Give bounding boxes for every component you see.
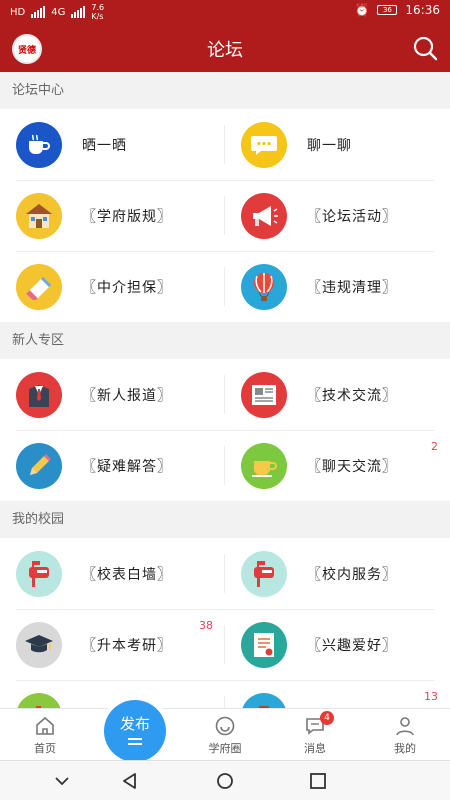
board-item[interactable]: 〖技术交流〗 — [225, 359, 450, 430]
recents-icon[interactable] — [306, 769, 330, 793]
alarm-icon: ⏰ — [354, 3, 370, 17]
board-item[interactable]: 〖疑难解答〗 — [0, 430, 225, 501]
publish-label: 发布 — [119, 715, 150, 733]
board-label: 〖技术交流〗 — [307, 387, 397, 404]
bottom-tab-bar: 首页 学府圈 4 消息 我的 — [0, 708, 450, 760]
forum-grid: 〖校表白墙〗 〖校内服务〗 〖升本考研〗 38 〖兴趣爱好〗 13 — [0, 538, 450, 708]
publish-line — [128, 738, 142, 740]
board-item[interactable]: 〖中介担保〗 — [0, 251, 225, 322]
forum-grid: 〖新人报道〗 〖技术交流〗 〖疑难解答〗 〖聊天交流〗 2 — [0, 359, 450, 501]
briefcase-icon — [241, 692, 287, 708]
board-label: 聊一聊 — [307, 137, 352, 154]
megaphone-icon — [241, 192, 287, 239]
back-icon[interactable] — [118, 769, 142, 793]
house-icon — [16, 192, 62, 239]
tab-label: 首页 — [34, 742, 56, 755]
board-item[interactable] — [0, 680, 225, 708]
publish-button[interactable]: 发布 — [104, 700, 166, 762]
board-label: 〖兴趣爱好〗 — [307, 637, 397, 654]
home-button-icon[interactable] — [213, 769, 237, 793]
eraser-icon — [16, 263, 62, 310]
status-bar: HD 4G 7.6 K/s ⏰ 36 16:36 — [0, 0, 450, 24]
section-title: 论坛中心 — [0, 72, 450, 109]
section-title: 新人专区 — [0, 322, 450, 359]
pencil-icon — [16, 442, 62, 489]
tab-label: 消息 — [304, 742, 326, 755]
publish-line — [128, 743, 142, 745]
suit-icon — [16, 371, 62, 418]
board-item[interactable]: 〖校表白墙〗 — [0, 538, 225, 609]
tea-cup-icon — [241, 442, 287, 489]
board-item[interactable]: 〖违规清理〗 — [225, 251, 450, 322]
net-speed-unit: K/s — [91, 12, 104, 21]
board-item[interactable]: 〖校内服务〗 — [225, 538, 450, 609]
post-count: 2 — [431, 440, 438, 453]
board-label: 〖疑难解答〗 — [82, 458, 172, 475]
board-label: 〖校表白墙〗 — [82, 566, 172, 583]
forum-content: 论坛中心 晒一晒 聊一聊 〖学府版规〗 〖论坛活动〗 〖中介担保〗 〖违规清理〗… — [0, 72, 450, 708]
newspaper-icon — [241, 371, 287, 418]
coffee-cup-icon — [16, 121, 62, 168]
clock: 16:36 — [405, 3, 440, 17]
network-type-1: HD — [10, 6, 26, 18]
board-label: 〖违规清理〗 — [307, 279, 397, 296]
board-label: 晒一晒 — [82, 137, 127, 154]
tab-home[interactable]: 首页 — [10, 715, 80, 756]
app-bar: 贤德 论坛 — [0, 24, 450, 72]
hot-air-balloon-icon — [241, 263, 287, 310]
system-nav-bar — [0, 760, 450, 800]
post-count: 13 — [424, 690, 438, 703]
graduation-cap-icon — [16, 621, 62, 668]
certificate-icon — [241, 621, 287, 668]
search-icon[interactable] — [412, 35, 438, 61]
mailbox-icon — [241, 550, 287, 597]
board-item[interactable]: 〖论坛活动〗 — [225, 180, 450, 251]
tab-circle[interactable]: 学府圈 — [190, 715, 260, 756]
chevron-down-icon[interactable] — [50, 769, 74, 793]
board-label: 〖中介担保〗 — [82, 279, 172, 296]
tab-mine[interactable]: 我的 — [370, 715, 440, 756]
battery-icon: 36 — [377, 5, 398, 15]
board-label: 〖论坛活动〗 — [307, 208, 397, 225]
page-title: 论坛 — [207, 40, 243, 61]
home-icon — [36, 716, 54, 735]
section-title: 我的校园 — [0, 501, 450, 538]
post-count: 38 — [199, 619, 213, 632]
network-type-2: 4G — [51, 6, 66, 18]
tab-label: 学府圈 — [208, 742, 242, 755]
board-label: 〖聊天交流〗 — [307, 458, 397, 475]
board-label: 〖学府版规〗 — [82, 208, 172, 225]
board-label: 〖升本考研〗 — [82, 637, 172, 654]
board-item[interactable]: 〖升本考研〗 38 — [0, 609, 225, 680]
mailbox-icon — [16, 550, 62, 597]
board-item[interactable]: 〖兴趣爱好〗 — [225, 609, 450, 680]
signal-icon — [31, 6, 46, 18]
tab-messages[interactable]: 4 消息 — [280, 711, 350, 756]
board-label: 〖新人报道〗 — [82, 387, 172, 404]
board-item[interactable]: 聊一聊 — [225, 109, 450, 180]
books-icon — [16, 692, 62, 708]
forum-grid: 晒一晒 聊一聊 〖学府版规〗 〖论坛活动〗 〖中介担保〗 〖违规清理〗 — [0, 109, 450, 322]
message-badge: 4 — [320, 711, 334, 725]
board-item[interactable]: 13 — [225, 680, 450, 708]
tab-label: 我的 — [394, 742, 416, 755]
circle-icon — [215, 716, 235, 736]
signal-icon-2 — [71, 6, 86, 18]
user-icon — [396, 717, 414, 736]
board-item[interactable]: 晒一晒 — [0, 109, 225, 180]
board-item[interactable]: 〖学府版规〗 — [0, 180, 225, 251]
chat-bubble-icon — [241, 121, 287, 168]
board-item[interactable]: 〖新人报道〗 — [0, 359, 225, 430]
net-speed: 7.6 — [91, 3, 105, 12]
board-label: 〖校内服务〗 — [307, 566, 397, 583]
board-item[interactable]: 〖聊天交流〗 2 — [225, 430, 450, 501]
